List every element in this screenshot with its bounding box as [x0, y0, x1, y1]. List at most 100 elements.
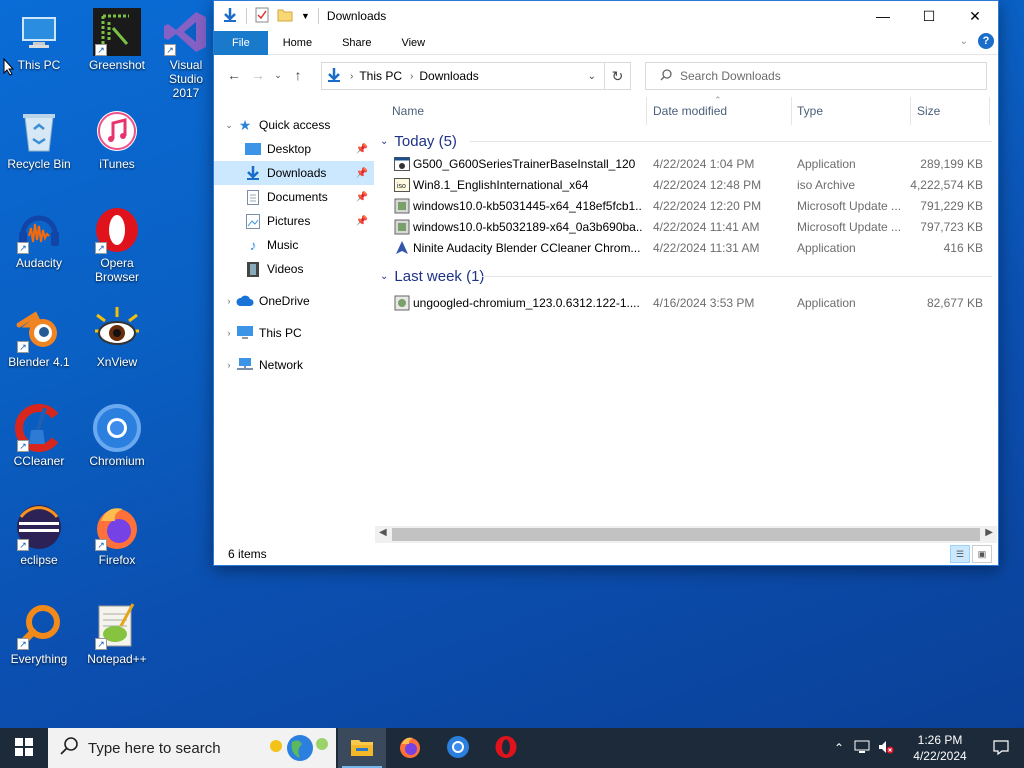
- application-icon: [394, 156, 410, 172]
- file-row[interactable]: Ninite Audacity Blender CCleaner Chrom..…: [374, 237, 998, 258]
- back-arrow-icon[interactable]: ←: [222, 67, 246, 83]
- desktop-icon-itunes[interactable]: iTunes: [78, 107, 156, 171]
- taskbar-chromium[interactable]: [434, 728, 482, 768]
- nav-onedrive[interactable]: › OneDrive: [214, 289, 374, 313]
- breadcrumb-this-pc[interactable]: This PC: [359, 69, 402, 83]
- forward-arrow-icon[interactable]: →: [246, 67, 270, 83]
- nav-quick-access[interactable]: ⌄ ★ Quick access: [214, 113, 374, 137]
- column-divider[interactable]: [646, 97, 647, 125]
- file-row[interactable]: windows10.0-kb5031445-x64_418ef5fcb1... …: [374, 195, 998, 216]
- customize-toolbar-dropdown-icon[interactable]: ▼: [301, 11, 310, 21]
- start-button[interactable]: [0, 728, 48, 768]
- desktop-icon-visual-studio[interactable]: ↗ Visual Studio 2017: [156, 8, 216, 100]
- expand-chevron-icon[interactable]: ›: [222, 360, 236, 370]
- desktop-icon-ccleaner[interactable]: ↗ CCleaner: [0, 404, 78, 468]
- nav-network[interactable]: › Network: [214, 353, 374, 377]
- desktop-icon-eclipse[interactable]: ↗ eclipse: [0, 503, 78, 567]
- search-input[interactable]: [680, 69, 970, 83]
- tab-share[interactable]: Share: [327, 31, 386, 55]
- column-header-name[interactable]: Name: [392, 104, 424, 118]
- column-header-size[interactable]: Size: [917, 104, 940, 118]
- horizontal-scrollbar[interactable]: ◀ ▶: [375, 526, 997, 543]
- nav-item-videos[interactable]: Videos: [214, 257, 374, 281]
- scrollbar-thumb[interactable]: [392, 528, 980, 541]
- clock[interactable]: 1:26 PM 4/22/2024: [902, 732, 978, 764]
- file-type: Application: [797, 295, 856, 310]
- up-arrow-icon[interactable]: ↑: [286, 67, 310, 83]
- taskbar-file-explorer[interactable]: [338, 728, 386, 768]
- taskbar-search-box[interactable]: Type here to search: [48, 728, 336, 768]
- taskbar-firefox[interactable]: [386, 728, 434, 768]
- column-divider[interactable]: [989, 97, 990, 125]
- minimize-button[interactable]: —: [860, 1, 906, 31]
- search-box[interactable]: [645, 62, 987, 90]
- taskbar-opera[interactable]: [482, 728, 530, 768]
- column-header-date[interactable]: Date modified: [653, 104, 727, 118]
- address-bar[interactable]: › This PC › Downloads ⌄: [321, 62, 605, 90]
- group-header-last-week[interactable]: ⌄ Last week (1): [374, 264, 998, 288]
- tab-home[interactable]: Home: [268, 31, 327, 55]
- nav-item-documents[interactable]: Documents 📌: [214, 185, 374, 209]
- file-name: G500_G600SeriesTrainerBaseInstall_120: [413, 156, 636, 171]
- nav-item-music[interactable]: ♪ Music: [214, 233, 374, 257]
- breadcrumb-downloads[interactable]: Downloads: [419, 69, 478, 83]
- properties-icon[interactable]: [255, 7, 269, 26]
- column-divider[interactable]: [910, 97, 911, 125]
- desktop-icon-everything[interactable]: ↗ Everything: [0, 602, 78, 666]
- file-row[interactable]: ungoogled-chromium_123.0.6312.122-1.... …: [374, 292, 998, 313]
- clock-time: 1:26 PM: [917, 733, 963, 747]
- system-tray: ⌃ 1:26 PM 4/22/2024: [834, 728, 1024, 768]
- file-name: Win8.1_EnglishInternational_x64: [413, 177, 589, 192]
- desktop-icon-opera[interactable]: ↗ Opera Browser: [78, 206, 156, 284]
- details-view-button[interactable]: ☰: [950, 545, 970, 563]
- desktop-icon-recycle-bin[interactable]: Recycle Bin: [0, 107, 78, 171]
- recent-locations-chevron-icon[interactable]: ⌄: [270, 70, 286, 81]
- nav-item-downloads[interactable]: Downloads 📌: [214, 161, 374, 185]
- scroll-right-arrow-icon[interactable]: ▶: [985, 527, 993, 538]
- group-header-today[interactable]: ⌄ Today (5): [374, 129, 998, 153]
- search-icon: [660, 68, 672, 84]
- nav-label: This PC: [259, 326, 302, 340]
- notifications-icon[interactable]: [978, 739, 1024, 758]
- desktop-icon-xnview[interactable]: XnView: [78, 305, 156, 369]
- expand-chevron-icon[interactable]: ›: [222, 328, 236, 338]
- nav-item-desktop[interactable]: Desktop 📌: [214, 137, 374, 161]
- expand-chevron-icon[interactable]: ›: [222, 296, 236, 306]
- file-date: 4/16/2024 3:53 PM: [653, 295, 755, 310]
- maximize-button[interactable]: ☐: [906, 1, 952, 31]
- new-folder-icon[interactable]: [277, 8, 293, 25]
- file-row[interactable]: G500_G600SeriesTrainerBaseInstall_120 4/…: [374, 153, 998, 174]
- desktop-icon-chromium[interactable]: Chromium: [78, 404, 156, 468]
- scroll-left-arrow-icon[interactable]: ◀: [379, 527, 387, 538]
- close-button[interactable]: ✕: [952, 1, 998, 31]
- desktop-icon-notepad-plus-plus[interactable]: ↗ Notepad++: [78, 602, 156, 666]
- collapse-chevron-icon[interactable]: ⌄: [222, 120, 236, 131]
- address-dropdown-icon[interactable]: ⌄: [588, 71, 596, 82]
- file-row[interactable]: windows10.0-kb5032189-x64_0a3b690ba... 4…: [374, 216, 998, 237]
- help-icon[interactable]: ?: [978, 33, 994, 49]
- desktop-icon-greenshot[interactable]: ↗ Greenshot: [78, 8, 156, 72]
- file-name: windows10.0-kb5031445-x64_418ef5fcb1...: [413, 198, 643, 213]
- desktop-icon-firefox[interactable]: ↗ Firefox: [78, 503, 156, 567]
- nav-this-pc[interactable]: › This PC: [214, 321, 374, 345]
- tab-file[interactable]: File: [214, 30, 268, 55]
- desktop-icon-blender[interactable]: ↗ Blender 4.1: [0, 305, 78, 369]
- breadcrumb-chevron-icon[interactable]: ›: [350, 71, 353, 82]
- expand-ribbon-chevron-icon[interactable]: ⌄: [960, 36, 968, 47]
- tab-view[interactable]: View: [386, 31, 440, 55]
- show-hidden-icons-chevron-icon[interactable]: ⌃: [834, 741, 844, 755]
- separator: [317, 8, 319, 24]
- column-divider[interactable]: [791, 97, 792, 125]
- network-tray-icon[interactable]: [854, 740, 870, 757]
- collapse-chevron-icon[interactable]: ⌄: [380, 271, 388, 282]
- collapse-chevron-icon[interactable]: ⌄: [380, 136, 388, 147]
- desktop-icon-audacity[interactable]: ↗ Audacity: [0, 206, 78, 270]
- column-header-type[interactable]: Type: [797, 104, 823, 118]
- volume-muted-icon[interactable]: [878, 740, 894, 757]
- file-row[interactable]: iso Win8.1_EnglishInternational_x64 4/22…: [374, 174, 998, 195]
- nav-item-pictures[interactable]: Pictures 📌: [214, 209, 374, 233]
- nav-label: Documents: [267, 190, 328, 204]
- large-icons-view-button[interactable]: ▣: [972, 545, 992, 563]
- refresh-button[interactable]: ↻: [605, 62, 631, 90]
- breadcrumb-chevron-icon[interactable]: ›: [410, 71, 413, 82]
